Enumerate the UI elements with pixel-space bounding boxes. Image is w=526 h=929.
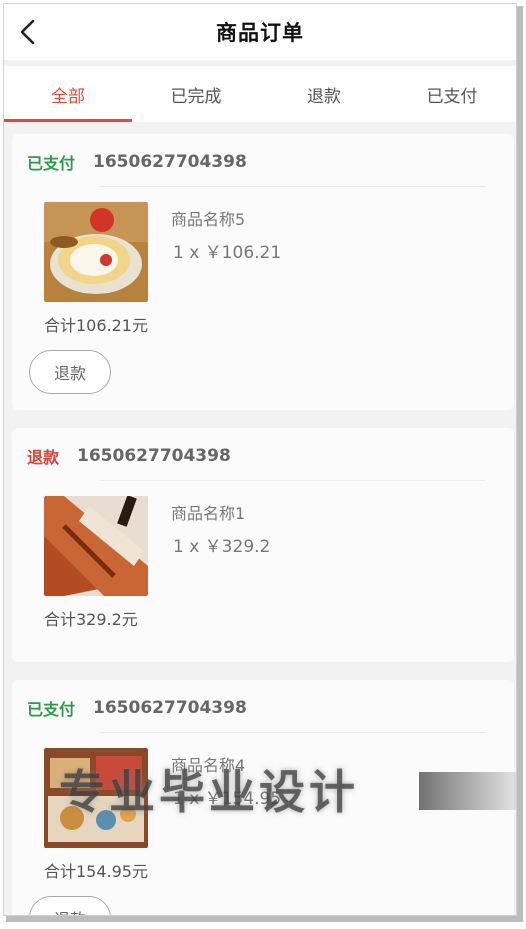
grilled-meat-photo[interactable] — [44, 496, 148, 596]
watermark-bar — [419, 772, 516, 810]
nav-bar: 商品订单 — [4, 4, 516, 60]
frame-shadow — [517, 6, 523, 919]
order-number: 1650627704398 — [93, 698, 247, 718]
divider — [100, 732, 486, 733]
frame-shadow — [6, 916, 523, 922]
order-total: 合计154.95元 — [44, 862, 148, 881]
tab-paid[interactable]: 已支付 — [388, 66, 516, 122]
order-card: 已支付 1650627704398 商品名称5 1 x ￥106.21 合计10… — [12, 134, 514, 410]
cake-roll-photo[interactable] — [44, 202, 148, 302]
order-header: 已支付 1650627704398 — [27, 150, 247, 174]
refund-button[interactable]: 退款 — [29, 896, 111, 915]
order-number: 1650627704398 — [93, 152, 247, 172]
status-badge: 退款 — [27, 448, 60, 467]
order-total: 合计329.2元 — [44, 610, 138, 629]
divider — [100, 480, 486, 481]
product-qty-price: 1 x ￥329.2 — [173, 537, 271, 557]
product-qty-price: 1 x ￥106.21 — [173, 243, 282, 263]
order-tabs: 全部 已完成 退款 已支付 — [4, 66, 516, 122]
tab-refund[interactable]: 退款 — [260, 66, 388, 122]
product-name: 商品名称1 — [171, 504, 246, 523]
watermark-overlay: 专业毕业设计 — [59, 754, 516, 824]
order-header: 退款 1650627704398 — [27, 444, 231, 468]
page-title: 商品订单 — [216, 21, 304, 45]
tab-completed[interactable]: 已完成 — [132, 66, 260, 122]
phone-screen: 商品订单 全部 已完成 退款 已支付 已支付 1650627704398 商品名 — [3, 3, 517, 916]
order-total: 合计106.21元 — [44, 316, 148, 335]
order-number: 1650627704398 — [77, 446, 231, 466]
back-arrow-icon[interactable] — [16, 18, 40, 46]
refund-button[interactable]: 退款 — [29, 350, 111, 394]
status-badge: 已支付 — [27, 154, 76, 173]
watermark-text: 专业毕业设计 — [59, 765, 359, 819]
order-card: 退款 1650627704398 商品名称1 1 x ￥329.2 合计329.… — [12, 428, 514, 662]
order-header: 已支付 1650627704398 — [27, 696, 247, 720]
divider — [100, 186, 486, 187]
product-name: 商品名称5 — [171, 210, 246, 229]
status-badge: 已支付 — [27, 700, 76, 719]
tab-all[interactable]: 全部 — [4, 66, 132, 122]
